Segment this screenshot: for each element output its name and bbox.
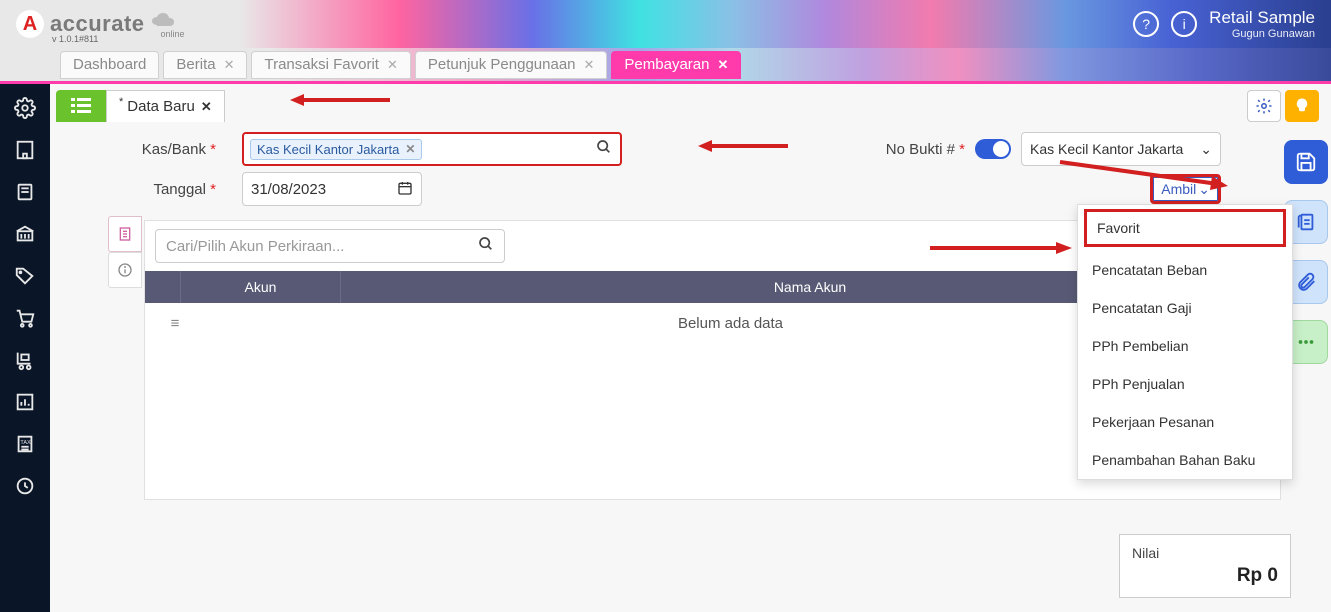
tab-pembayaran[interactable]: Pembayaran ✕ [611, 51, 741, 79]
tab-dashboard[interactable]: Dashboard [60, 51, 159, 79]
tanggal-value: 31/08/2023 [251, 181, 326, 198]
save-button[interactable] [1284, 140, 1328, 184]
summary-value: Rp 0 [1132, 565, 1278, 587]
dropdown-item-penambahan-bahan[interactable]: Penambahan Bahan Baku [1078, 441, 1292, 479]
content: * Data Baru ✕ Kas/Bank * Kas Kecil Kanto… [50, 84, 1331, 612]
tanggal-input[interactable]: 31/08/2023 [242, 172, 422, 206]
close-icon[interactable]: ✕ [584, 57, 595, 73]
close-icon[interactable]: ✕ [717, 57, 728, 73]
info-tab-icon[interactable] [108, 252, 142, 288]
close-icon[interactable]: ✕ [387, 57, 398, 73]
close-icon[interactable]: ✕ [224, 57, 235, 73]
subtab-row: * Data Baru ✕ [50, 84, 1331, 122]
trolley-icon[interactable] [7, 342, 43, 378]
subtab-label: Data Baru [127, 98, 195, 115]
header-right: ? i Retail Sample Gugun Gunawan [1133, 8, 1315, 40]
dropdown-item-pph-penjualan[interactable]: PPh Penjualan [1078, 365, 1292, 403]
summary-label: Nilai [1132, 545, 1278, 561]
select-value: Kas Kecil Kantor Jakarta [1030, 141, 1183, 157]
dropdown-item-pencatatan-gaji[interactable]: Pencatatan Gaji [1078, 289, 1292, 327]
dropdown-item-pph-pembelian[interactable]: PPh Pembelian [1078, 327, 1292, 365]
tanggal-label: Tanggal * [110, 181, 230, 198]
notify-icon[interactable]: i [1171, 11, 1197, 37]
tab-label: Dashboard [73, 56, 146, 73]
dropdown-item-favorit[interactable]: Favorit [1084, 209, 1286, 247]
dropdown-item-pekerjaan-pesanan[interactable]: Pekerjaan Pesanan [1078, 403, 1292, 441]
list-view-button[interactable] [56, 90, 106, 122]
nobukti-toggle[interactable] [975, 139, 1011, 159]
detail-tab-icon[interactable] [108, 216, 142, 252]
chevron-down-icon: ⌄ [1200, 141, 1212, 158]
tab-label: Pembayaran [624, 56, 709, 73]
kasbank-tag-text: Kas Kecil Kantor Jakarta [257, 142, 399, 157]
tab-berita[interactable]: Berita ✕ [163, 51, 247, 79]
user-name: Gugun Gunawan [1209, 28, 1315, 40]
report-icon[interactable] [7, 384, 43, 420]
search-akun-placeholder: Cari/Pilih Akun Perkiraan... [166, 238, 344, 255]
tab-petunjuk[interactable]: Petunjuk Penggunaan ✕ [415, 51, 608, 79]
kasbank-label: Kas/Bank * [110, 141, 230, 158]
logo-sub: online [161, 29, 185, 39]
company-name: Retail Sample [1209, 8, 1315, 28]
bank-icon[interactable] [7, 216, 43, 252]
nobukti-select[interactable]: Kas Kecil Kantor Jakarta ⌄ [1021, 132, 1221, 166]
tab-strip: Dashboard Berita ✕ Transaksi Favorit ✕ Pet… [0, 48, 1331, 84]
tab-label: Transaksi Favorit [264, 56, 378, 73]
th-drag [145, 271, 181, 303]
nobukti-label: No Bukti # * [886, 141, 965, 158]
version-text: v 1.0.1#811 [52, 34, 98, 44]
dropdown-item-pencatatan-beban[interactable]: Pencatatan Beban [1078, 251, 1292, 289]
remove-tag-icon[interactable]: ✕ [405, 142, 415, 156]
tab-label: Petunjuk Penggunaan [428, 56, 576, 73]
sidebar: TAX [0, 84, 50, 612]
tax-icon[interactable]: TAX [7, 426, 43, 462]
dirty-icon: * [119, 96, 123, 108]
summary-box: Nilai Rp 0 [1119, 534, 1291, 598]
drag-icon: ≡ [157, 315, 193, 332]
kasbank-tag: Kas Kecil Kantor Jakarta ✕ [250, 139, 422, 160]
close-icon[interactable]: ✕ [201, 99, 212, 115]
ambil-group: Ambil ⌄ [1150, 174, 1221, 204]
chevron-down-icon: ⌄ [1198, 181, 1210, 198]
tab-transaksi-favorit[interactable]: Transaksi Favorit ✕ [251, 51, 410, 79]
main: TAX * Data Baru ✕ [0, 84, 1331, 612]
refresh-icon[interactable] [7, 468, 43, 504]
company-block[interactable]: Retail Sample Gugun Gunawan [1209, 8, 1315, 40]
calendar-icon[interactable] [397, 180, 413, 199]
subtab-data-baru[interactable]: * Data Baru ✕ [106, 90, 225, 122]
form-row-kasbank: Kas/Bank * Kas Kecil Kantor Jakarta ✕ No… [50, 122, 1331, 170]
cart-icon[interactable] [7, 300, 43, 336]
tips-button[interactable] [1285, 90, 1319, 122]
gear-icon[interactable] [7, 90, 43, 126]
search-akun-input[interactable]: Cari/Pilih Akun Perkiraan... [155, 229, 505, 263]
th-akun: Akun [181, 271, 341, 303]
ambil-label: Ambil [1161, 181, 1196, 197]
search-icon[interactable] [478, 236, 494, 256]
app-header: A accurate online v 1.0.1#811 ? i Retail… [0, 0, 1331, 48]
nobukti-group: No Bukti # * Kas Kecil Kantor Jakarta ⌄ [886, 132, 1221, 166]
tab-label: Berita [176, 56, 215, 73]
ambil-button[interactable]: Ambil ⌄ [1150, 174, 1221, 204]
kasbank-input[interactable]: Kas Kecil Kantor Jakarta ✕ [242, 132, 622, 166]
svg-text:TAX: TAX [20, 440, 31, 446]
building-icon[interactable] [7, 132, 43, 168]
logo: A accurate online [16, 9, 185, 39]
ambil-dropdown: Favorit Pencatatan Beban Pencatatan Gaji… [1077, 204, 1293, 480]
subtab-right [1247, 90, 1331, 122]
table-sidetabs [108, 216, 142, 288]
search-icon[interactable] [596, 139, 612, 160]
settings-button[interactable] [1247, 90, 1281, 122]
tag-icon[interactable] [7, 258, 43, 294]
book-icon[interactable] [7, 174, 43, 210]
logo-badge: A [16, 10, 44, 38]
help-icon[interactable]: ? [1133, 11, 1159, 37]
